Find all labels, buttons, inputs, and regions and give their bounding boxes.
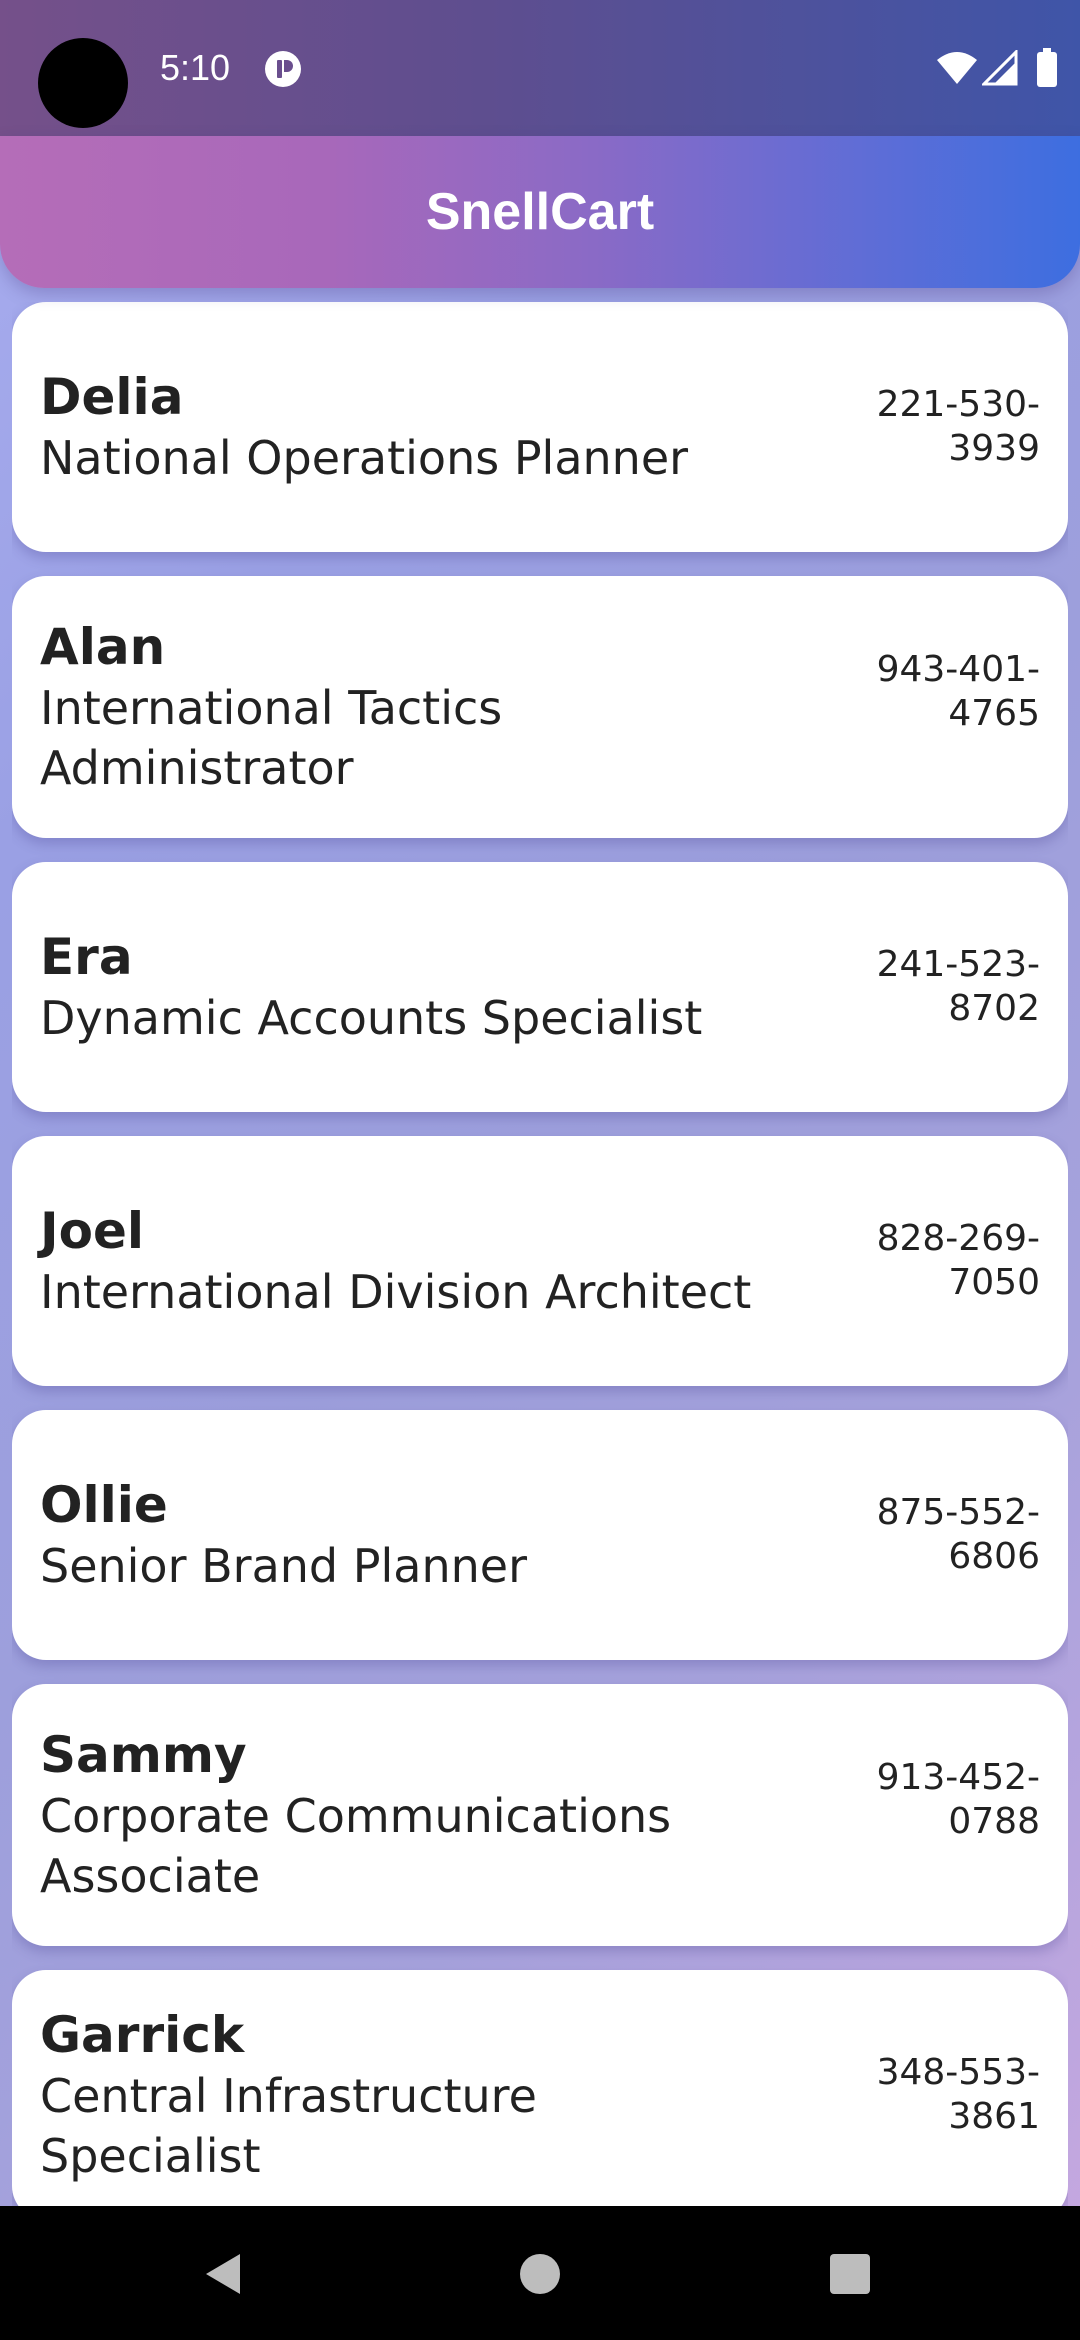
- contact-phone[interactable]: 943-401-4765: [790, 648, 1040, 736]
- contact-card[interactable]: Ollie Senior Brand Planner 875-552-6806: [12, 1410, 1068, 1660]
- contact-card[interactable]: Garrick Central Infrastructure Specialis…: [12, 1970, 1068, 2206]
- contact-phone[interactable]: 875-552-6806: [790, 1491, 1040, 1579]
- status-bar: 5:10: [0, 0, 1080, 136]
- contact-role: Corporate Communications Associate: [40, 1789, 672, 1903]
- contact-role: National Operations Planner: [40, 431, 689, 485]
- contact-phone[interactable]: 221-530-3939: [790, 383, 1040, 471]
- contact-card[interactable]: Era Dynamic Accounts Specialist 241-523-…: [12, 862, 1068, 1112]
- contact-role: Dynamic Accounts Specialist: [40, 991, 703, 1045]
- contact-name: Joel: [40, 1202, 145, 1260]
- contact-name: Garrick: [40, 2006, 245, 2064]
- back-icon[interactable]: [200, 2250, 248, 2298]
- contact-role: International Tactics Administrator: [40, 681, 503, 795]
- contact-name: Sammy: [40, 1726, 247, 1784]
- contact-name: Delia: [40, 368, 184, 426]
- contact-phone[interactable]: 241-523-8702: [790, 943, 1040, 1031]
- app-bar: SnellCart: [0, 136, 1080, 288]
- contact-phone[interactable]: 913-452-0788: [790, 1756, 1040, 1844]
- contact-info: Delia National Operations Planner: [40, 366, 790, 488]
- contact-info: Garrick Central Infrastructure Specialis…: [40, 2004, 790, 2186]
- contact-role: International Division Architect: [40, 1265, 752, 1319]
- app-notification-icon: [265, 51, 301, 87]
- contact-phone[interactable]: 828-269-7050: [790, 1217, 1040, 1305]
- app-title: SnellCart: [425, 183, 655, 241]
- contact-name: Ollie: [40, 1476, 168, 1534]
- contact-card[interactable]: Sammy Corporate Communications Associate…: [12, 1684, 1068, 1946]
- contact-role: Senior Brand Planner: [40, 1539, 527, 1593]
- contact-info: Era Dynamic Accounts Specialist: [40, 926, 790, 1048]
- contact-list[interactable]: Delia National Operations Planner 221-53…: [12, 302, 1068, 2206]
- wifi-icon: [937, 52, 977, 84]
- contact-name: Era: [40, 928, 133, 986]
- contact-info: Joel International Division Architect: [40, 1200, 790, 1322]
- contact-info: Alan International Tactics Administrator: [40, 616, 790, 798]
- recent-apps-icon[interactable]: [828, 2252, 872, 2296]
- contact-card[interactable]: Delia National Operations Planner 221-53…: [12, 302, 1068, 552]
- contact-card[interactable]: Joel International Division Architect 82…: [12, 1136, 1068, 1386]
- status-time: 5:10: [160, 47, 231, 88]
- contact-card[interactable]: Alan International Tactics Administrator…: [12, 576, 1068, 838]
- navigation-bar: [0, 2206, 1080, 2340]
- contact-role: Central Infrastructure Specialist: [40, 2069, 537, 2183]
- home-icon[interactable]: [518, 2252, 562, 2296]
- contact-phone[interactable]: 348-553-3861: [790, 2051, 1040, 2139]
- battery-icon: [1037, 48, 1057, 87]
- contact-info: Ollie Senior Brand Planner: [40, 1474, 790, 1596]
- contact-name: Alan: [40, 618, 166, 676]
- camera-cutout: [38, 38, 128, 128]
- cellular-signal-icon: [982, 50, 1018, 86]
- contact-info: Sammy Corporate Communications Associate: [40, 1724, 790, 1906]
